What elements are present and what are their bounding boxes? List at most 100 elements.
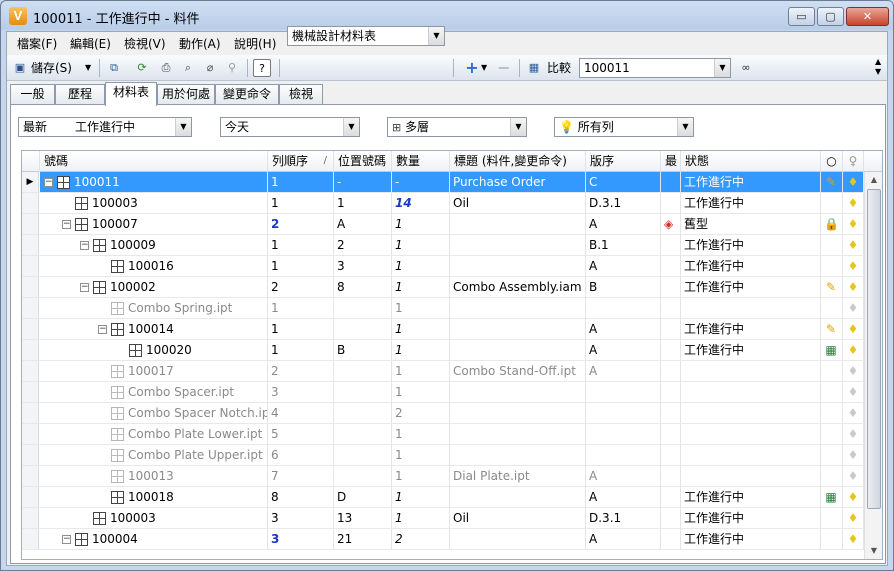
revision-cell[interactable]: B.1 xyxy=(586,235,661,255)
scroll-thumb[interactable] xyxy=(867,189,881,509)
position-cell[interactable] xyxy=(334,319,392,339)
latest-cell[interactable] xyxy=(661,319,681,339)
header-revision[interactable]: 版序 xyxy=(586,151,661,172)
row-order-cell[interactable]: 6 xyxy=(268,445,334,465)
table-row[interactable]: 100020 1 B 1 A 工作進行中 ▦ ♦ xyxy=(22,340,864,361)
title-cell[interactable] xyxy=(450,298,586,318)
table-row[interactable]: Combo Plate Upper.ipt 6 1 ♦ xyxy=(22,445,864,466)
qty-cell[interactable]: 1 xyxy=(392,319,450,339)
header-position[interactable]: 位置號碼 xyxy=(334,151,392,172)
bulb-cell[interactable]: ♦ xyxy=(843,193,864,213)
edit-state-cell[interactable]: ✎ xyxy=(821,319,843,339)
status-cell[interactable]: 工作進行中 xyxy=(681,172,821,192)
add-row-icon[interactable]: + xyxy=(463,59,481,77)
row-order-cell[interactable]: 1 xyxy=(268,340,334,360)
table-row[interactable]: 100016 1 3 1 A 工作進行中 ♦ xyxy=(22,256,864,277)
tab-history[interactable]: 歷程 xyxy=(55,84,105,105)
qty-cell[interactable]: 1 xyxy=(392,466,450,486)
row-header[interactable] xyxy=(22,256,39,276)
number-cell[interactable]: Combo Spacer.ipt xyxy=(40,382,268,402)
row-header[interactable] xyxy=(22,235,39,255)
collapse-icon[interactable]: − xyxy=(98,325,107,334)
header-row-order[interactable]: 列順序 / xyxy=(268,151,334,172)
title-cell[interactable] xyxy=(450,403,586,423)
save-dropdown-icon[interactable]: ▼ xyxy=(85,58,91,78)
row-header[interactable] xyxy=(22,193,39,213)
qty-cell[interactable]: 1 xyxy=(392,298,450,318)
bulb-cell[interactable]: ♦ xyxy=(843,256,864,276)
number-cell[interactable]: 100003 xyxy=(40,508,268,528)
table-row[interactable]: − 100014 1 1 A 工作進行中 ✎ ♦ xyxy=(22,319,864,340)
bulb-cell[interactable]: ♦ xyxy=(843,508,864,528)
number-cell[interactable]: − 100004 xyxy=(40,529,268,549)
revision-cell[interactable]: B xyxy=(586,277,661,297)
row-order-cell[interactable]: 3 xyxy=(268,382,334,402)
compare-icon[interactable]: ▦ xyxy=(525,59,543,77)
title-cell[interactable] xyxy=(450,445,586,465)
menu-view[interactable]: 檢視(V) xyxy=(124,35,166,52)
row-header[interactable] xyxy=(22,214,39,234)
number-cell[interactable]: − 100009 xyxy=(40,235,268,255)
table-row[interactable]: 100013 7 1 Dial Plate.ipt A ♦ xyxy=(22,466,864,487)
revision-cell[interactable]: A xyxy=(586,340,661,360)
latest-cell[interactable] xyxy=(661,403,681,423)
minimize-button[interactable]: ▭ xyxy=(788,7,815,26)
table-row[interactable]: 100003 1 1 14 Oil D.3.1 工作進行中 ♦ xyxy=(22,193,864,214)
revision-cell[interactable]: A xyxy=(586,361,661,381)
number-cell[interactable]: Combo Plate Lower.ipt xyxy=(40,424,268,444)
row-header[interactable] xyxy=(22,529,39,549)
save-button[interactable]: 儲存(S) xyxy=(31,58,72,78)
row-header[interactable] xyxy=(22,361,39,381)
bulb-cell[interactable]: ♦ xyxy=(843,403,864,423)
header-title[interactable]: 標題 (料件,變更命令) xyxy=(450,151,586,172)
row-header[interactable] xyxy=(22,298,39,318)
table-row[interactable]: Combo Spacer.ipt 3 1 ♦ xyxy=(22,382,864,403)
position-cell[interactable]: 13 xyxy=(334,508,392,528)
row-header[interactable] xyxy=(22,424,39,444)
row-order-cell[interactable]: 1 xyxy=(268,298,334,318)
row-header[interactable] xyxy=(22,487,39,507)
number-cell[interactable]: Combo Spring.ipt xyxy=(40,298,268,318)
title-cell[interactable] xyxy=(450,256,586,276)
table-row[interactable]: − 100009 1 2 1 B.1 工作進行中 ♦ xyxy=(22,235,864,256)
bulb-cell[interactable]: ♦ xyxy=(843,298,864,318)
tab-view[interactable]: 檢視 xyxy=(279,84,323,105)
title-cell[interactable] xyxy=(450,529,586,549)
number-cell[interactable]: Combo Plate Upper.ipt xyxy=(40,445,268,465)
title-cell[interactable]: Oil xyxy=(450,508,586,528)
qty-cell[interactable]: 1 xyxy=(392,508,450,528)
latest-cell[interactable] xyxy=(661,193,681,213)
status-cell[interactable]: 工作進行中 xyxy=(681,340,821,360)
number-cell[interactable]: 100017 xyxy=(40,361,268,381)
bulb-cell[interactable]: ♦ xyxy=(843,424,864,444)
table-row[interactable]: − 100002 2 8 1 Combo Assembly.iam B 工作進行中 ✎ ♦ xyxy=(22,277,864,298)
latest-cell[interactable] xyxy=(661,361,681,381)
status-cell[interactable]: 工作進行中 xyxy=(681,529,821,549)
latest-cell[interactable] xyxy=(661,487,681,507)
title-cell[interactable] xyxy=(450,214,586,234)
current-row-indicator-icon[interactable]: ▶ xyxy=(22,172,39,192)
latest-cell[interactable] xyxy=(661,382,681,402)
bulb-cell[interactable]: ♦ xyxy=(843,214,864,234)
bulb-cell[interactable]: ♦ xyxy=(843,277,864,297)
latest-cell[interactable] xyxy=(661,235,681,255)
latest-cell[interactable] xyxy=(661,277,681,297)
bulb-cell[interactable]: ♦ xyxy=(843,172,864,192)
title-bar[interactable]: V 100011 - 工作進行中 - 料件 ▭ ▢ ✕ xyxy=(1,1,893,31)
row-header[interactable] xyxy=(22,445,39,465)
qty-cell[interactable]: 1 xyxy=(392,235,450,255)
bulb-cell[interactable]: ♦ xyxy=(843,382,864,402)
header-number[interactable]: 號碼 xyxy=(40,151,268,172)
number-cell[interactable]: 100013 xyxy=(40,466,268,486)
number-cell[interactable]: 100003 xyxy=(40,193,268,213)
row-header[interactable] xyxy=(22,319,39,339)
lookup-icon[interactable]: ⚲ xyxy=(223,59,241,77)
row-order-cell[interactable]: 1 xyxy=(268,319,334,339)
scroll-up-icon[interactable]: ▲ xyxy=(866,172,882,188)
qty-cell[interactable]: - xyxy=(392,172,450,192)
tab-change-order[interactable]: 變更命令 xyxy=(215,84,279,105)
row-order-cell[interactable]: 2 xyxy=(268,277,334,297)
revision-cell[interactable]: A xyxy=(586,466,661,486)
bulb-cell[interactable]: ♦ xyxy=(843,529,864,549)
bulb-cell[interactable]: ♦ xyxy=(843,466,864,486)
